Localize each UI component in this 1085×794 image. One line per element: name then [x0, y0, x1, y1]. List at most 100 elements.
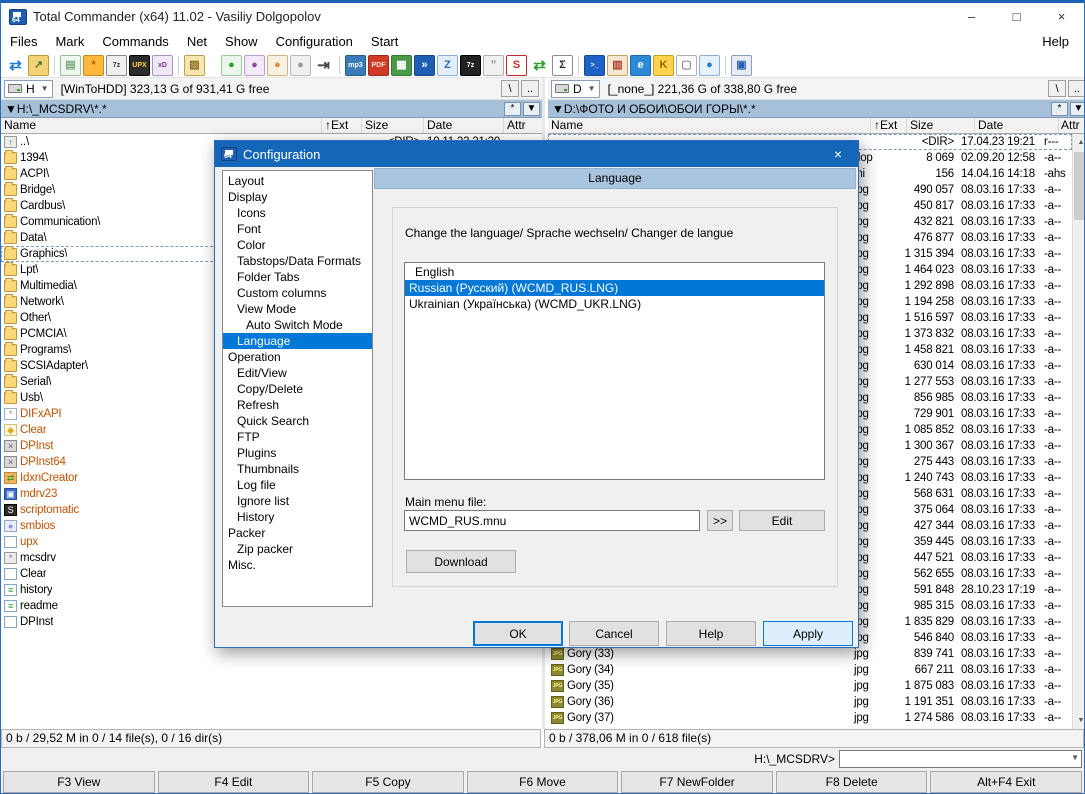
column-header-name[interactable]: Name: [548, 118, 871, 133]
file-row-gory-36[interactable]: JPGGory (36)jpg1 191 35108.03.16 17:33-a…: [548, 694, 1072, 710]
help-button[interactable]: Help: [666, 621, 756, 646]
file-row-gory-33[interactable]: JPGGory (33)jpg839 74108.03.16 17:33-a--: [548, 646, 1072, 662]
column-header-size[interactable]: Size: [362, 118, 424, 133]
tree-item-font[interactable]: Font: [223, 221, 372, 237]
media-tool-icon[interactable]: ▦: [391, 55, 412, 76]
7zip-icon[interactable]: 7z: [460, 55, 481, 76]
edit-menu-button[interactable]: Edit: [739, 510, 825, 531]
tree-item-ignore-list[interactable]: Ignore list: [223, 493, 372, 509]
column-header-attr[interactable]: Attr: [1059, 118, 1085, 133]
right-up-button[interactable]: ..: [1068, 80, 1085, 97]
globe-icon[interactable]: ●: [699, 55, 720, 76]
hxd-icon[interactable]: xD: [152, 55, 173, 76]
scroll-up-icon[interactable]: ▲: [1073, 134, 1085, 151]
minimize-button[interactable]: –: [949, 3, 994, 30]
fkey-f4-edit[interactable]: F4 Edit: [158, 771, 310, 793]
fkey-f6-move[interactable]: F6 Move: [467, 771, 619, 793]
audio-disc-icon[interactable]: ●: [267, 55, 288, 76]
main-menu-file-input[interactable]: [404, 510, 700, 531]
column-header-name[interactable]: Name: [1, 118, 322, 133]
swap-panels-icon[interactable]: ⇄: [5, 55, 26, 76]
blank-disc-icon[interactable]: ●: [290, 55, 311, 76]
eject-icon[interactable]: ⇥: [313, 55, 334, 76]
cd-burn-icon[interactable]: ●: [221, 55, 242, 76]
tree-item-packer[interactable]: Packer: [223, 525, 372, 541]
right-root-button[interactable]: \: [1048, 80, 1066, 97]
menu-item-commands[interactable]: Commands: [93, 31, 177, 52]
tree-item-view-mode[interactable]: View Mode: [223, 301, 372, 317]
chevron-down-icon[interactable]: ▼: [1071, 753, 1079, 762]
fkey-f5-copy[interactable]: F5 Copy: [312, 771, 464, 793]
fkey-f3-view[interactable]: F3 View: [3, 771, 155, 793]
menu-item-help[interactable]: Help: [1033, 31, 1078, 52]
tree-item-zip-packer[interactable]: Zip packer: [223, 541, 372, 557]
powershell-icon[interactable]: >_: [584, 55, 605, 76]
tree-item-edit-view[interactable]: Edit/View: [223, 365, 372, 381]
settings-gear-icon[interactable]: *: [83, 55, 104, 76]
column-header-ext[interactable]: ↑Ext: [871, 118, 907, 133]
right-path-bar[interactable]: ▼D:\ФОТО И ОБОИ\ОБОИ ГОРЫ\*.* * ▼: [548, 100, 1085, 118]
menu-item-mark[interactable]: Mark: [46, 31, 93, 52]
winrar-icon[interactable]: ▥: [607, 55, 628, 76]
right-drive-combo[interactable]: D ▼: [551, 80, 600, 98]
maximize-button[interactable]: □: [994, 3, 1039, 30]
tree-item-copy-delete[interactable]: Copy/Delete: [223, 381, 372, 397]
left-path-bar[interactable]: ▼H:\_MCSDRV\*.* * ▼: [1, 100, 542, 118]
zip-folder-icon[interactable]: Z: [437, 55, 458, 76]
tree-item-icons[interactable]: Icons: [223, 205, 372, 221]
tree-item-custom-columns[interactable]: Custom columns: [223, 285, 372, 301]
key-icon[interactable]: K: [653, 55, 674, 76]
ok-button[interactable]: OK: [473, 621, 563, 646]
right-history-button[interactable]: ▼: [1070, 102, 1085, 116]
left-filter-button[interactable]: *: [504, 102, 521, 116]
install-folder-icon[interactable]: ▨: [184, 55, 205, 76]
tree-item-auto-switch-mode[interactable]: Auto Switch Mode: [223, 317, 372, 333]
go-root-folder-icon[interactable]: ↗: [28, 55, 49, 76]
download-button[interactable]: Download: [406, 550, 516, 573]
checksum-sigma-icon[interactable]: Σ: [552, 55, 573, 76]
menu-item-files[interactable]: Files: [1, 31, 46, 52]
fkey-alt-f4-exit[interactable]: Alt+F4 Exit: [930, 771, 1082, 793]
cancel-button[interactable]: Cancel: [569, 621, 659, 646]
column-header-date[interactable]: Date: [975, 118, 1059, 133]
left-root-button[interactable]: \: [501, 80, 519, 97]
sync-dirs-icon[interactable]: ⇄: [529, 55, 550, 76]
script-s-icon[interactable]: S: [506, 55, 527, 76]
document-icon[interactable]: ▢: [676, 55, 697, 76]
language-option-english[interactable]: English: [405, 264, 824, 280]
column-header-ext[interactable]: ↑Ext: [322, 118, 362, 133]
tree-item-ftp[interactable]: FTP: [223, 429, 372, 445]
command-line-input[interactable]: [839, 750, 1082, 768]
tree-item-display[interactable]: Display: [223, 189, 372, 205]
tree-item-operation[interactable]: Operation: [223, 349, 372, 365]
fkey-f7-newfolder[interactable]: F7 NewFolder: [621, 771, 773, 793]
language-option-ukrainian[interactable]: Ukrainian (Українська) (WCMD_UKR.LNG): [405, 296, 824, 312]
language-option-russian[interactable]: Russian (Русский) (WCMD_RUS.LNG): [405, 280, 824, 296]
tree-item-layout[interactable]: Layout: [223, 173, 372, 189]
tree-item-log-file[interactable]: Log file: [223, 477, 372, 493]
upx-shell-icon[interactable]: UPX: [129, 55, 150, 76]
column-header-size[interactable]: Size: [907, 118, 975, 133]
tree-item-misc[interactable]: Misc.: [223, 557, 372, 573]
menu-item-show[interactable]: Show: [216, 31, 267, 52]
left-drive-combo[interactable]: H ▼: [4, 80, 53, 98]
scroll-down-icon[interactable]: ▼: [1073, 712, 1085, 729]
file-row-gory-34[interactable]: JPGGory (34)jpg667 21108.03.16 17:33-a--: [548, 662, 1072, 678]
7z-sfx-icon[interactable]: 7z: [106, 55, 127, 76]
tree-item-folder-tabs[interactable]: Folder Tabs: [223, 269, 372, 285]
menu-item-start[interactable]: Start: [362, 31, 407, 52]
comment-icon[interactable]: ”: [483, 55, 504, 76]
mp3-icon[interactable]: mp3: [345, 55, 366, 76]
tree-item-plugins[interactable]: Plugins: [223, 445, 372, 461]
tree-item-color[interactable]: Color: [223, 237, 372, 253]
remote-pc-icon[interactable]: ▣: [731, 55, 752, 76]
file-row-gory-37[interactable]: JPGGory (37)jpg1 274 58608.03.16 17:33-a…: [548, 710, 1072, 726]
left-up-button[interactable]: ..: [521, 80, 539, 97]
column-header-attr[interactable]: Attr: [504, 118, 542, 133]
file-row-gory-35[interactable]: JPGGory (35)jpg1 875 08308.03.16 17:33-a…: [548, 678, 1072, 694]
tree-item-refresh[interactable]: Refresh: [223, 397, 372, 413]
scrollbar-thumb[interactable]: [1074, 152, 1085, 220]
edge-browser-icon[interactable]: e: [630, 55, 651, 76]
apply-button[interactable]: Apply: [763, 621, 853, 646]
right-scrollbar[interactable]: ▲ ▼: [1072, 134, 1085, 729]
